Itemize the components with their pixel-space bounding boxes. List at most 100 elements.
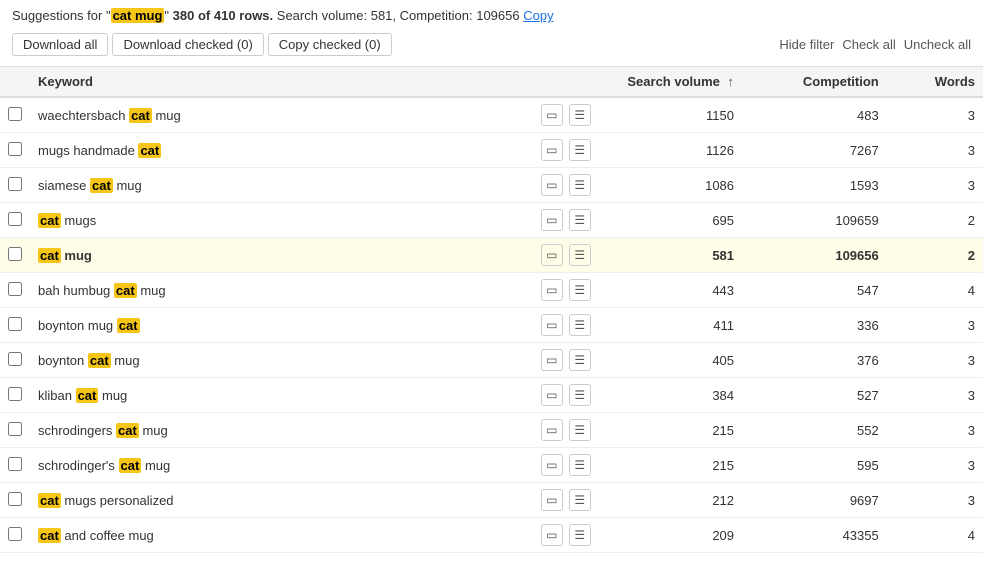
row-checkbox[interactable] xyxy=(8,457,22,471)
row-check-cell xyxy=(0,203,30,238)
copy-keyword-button[interactable]: ▭ xyxy=(541,104,563,126)
keyword-highlight: cat xyxy=(129,108,152,123)
row-check-cell xyxy=(0,308,30,343)
competition-cell: 7267 xyxy=(742,133,887,168)
row-checkbox[interactable] xyxy=(8,142,22,156)
row-checkbox[interactable] xyxy=(8,352,22,366)
copy-keyword-button[interactable]: ▭ xyxy=(541,244,563,266)
table-row: bah humbug cat mug▭☰4435474 xyxy=(0,273,983,308)
keyword-cell: confused cat mugs▭☰ xyxy=(30,553,599,558)
keyword-highlight: cat xyxy=(38,493,61,508)
download-checked-button[interactable]: Download checked (0) xyxy=(112,33,263,56)
words-cell: 3 xyxy=(887,413,983,448)
details-button[interactable]: ☰ xyxy=(569,174,591,196)
title-prefix: Suggestions for xyxy=(12,8,106,23)
row-checkbox[interactable] xyxy=(8,177,22,191)
keyword-cell: cat mugs▭☰ xyxy=(30,203,599,238)
row-check-cell xyxy=(0,273,30,308)
keyword-cell: boynton mug cat ▭ ☰ xyxy=(30,308,599,343)
row-checkbox[interactable] xyxy=(8,492,22,506)
words-cell: 2 xyxy=(887,238,983,273)
details-button[interactable]: ☰ xyxy=(569,139,591,161)
copy-keyword-button[interactable]: ▭ xyxy=(541,384,563,406)
header-sv[interactable]: Search volume ↑ xyxy=(599,67,742,97)
row-checkbox[interactable] xyxy=(8,282,22,296)
details-button[interactable]: ☰ xyxy=(569,104,591,126)
toolbar: Download all Download checked (0) Copy c… xyxy=(12,29,971,62)
copy-keyword-button[interactable]: ▭ xyxy=(541,314,563,336)
copy-keyword-button[interactable]: ▭ xyxy=(541,419,563,441)
words-cell: 3 xyxy=(887,308,983,343)
details-button[interactable]: ☰ xyxy=(569,349,591,371)
copy-keyword-button[interactable]: ▭ xyxy=(541,174,563,196)
details-button[interactable]: ☰ xyxy=(569,209,591,231)
copy-keyword-button[interactable]: ▭ xyxy=(541,524,563,546)
copy-keyword-button[interactable]: ▭ xyxy=(541,489,563,511)
row-checkbox[interactable] xyxy=(8,317,22,331)
row-checkbox[interactable] xyxy=(8,387,22,401)
row-checkbox[interactable] xyxy=(8,212,22,226)
copy-keyword-button[interactable]: ▭ xyxy=(541,209,563,231)
keyword-text: cat and coffee mug xyxy=(38,528,535,543)
words-cell: 3 xyxy=(887,378,983,413)
hide-filter-button[interactable]: Hide filter xyxy=(779,37,834,52)
table-row: boynton cat mug▭☰4053763 xyxy=(0,343,983,378)
details-button[interactable]: ☰ xyxy=(569,314,591,336)
table-row: cat mug▭☰5811096562 xyxy=(0,238,983,273)
keyword-text: siamese cat mug xyxy=(38,178,535,193)
header-keyword: Keyword xyxy=(30,67,599,97)
search-volume-cell: 215 xyxy=(599,448,742,483)
details-button[interactable]: ☰ xyxy=(569,279,591,301)
table-body: waechtersbach cat mug▭☰11504833mugs hand… xyxy=(0,97,983,557)
copy-link[interactable]: Copy xyxy=(523,8,553,23)
copy-keyword-button[interactable]: ▭ xyxy=(541,279,563,301)
search-volume-cell: 209 xyxy=(599,518,742,553)
keyword-highlight: cat xyxy=(117,318,140,333)
uncheck-all-button[interactable]: Uncheck all xyxy=(904,37,971,52)
words-cell: 3 xyxy=(887,168,983,203)
copy-keyword-button[interactable]: ▭ xyxy=(541,349,563,371)
keyword-highlight: cat xyxy=(38,248,61,263)
row-check-cell xyxy=(0,448,30,483)
copy-keyword-button[interactable]: ▭ xyxy=(541,454,563,476)
keyword-cell: waechtersbach cat mug ▭ ☰ xyxy=(30,97,599,133)
table-row: kliban cat mug▭☰3845273 xyxy=(0,378,983,413)
keyword-text: mugs handmade cat xyxy=(38,143,535,158)
details-button[interactable]: ☰ xyxy=(569,384,591,406)
details-button[interactable]: ☰ xyxy=(569,489,591,511)
check-all-button[interactable]: Check all xyxy=(842,37,895,52)
toolbar-right: Hide filter Check all Uncheck all xyxy=(779,37,971,52)
download-all-button[interactable]: Download all xyxy=(12,33,108,56)
stats-label: Search volume: 581, Competition: 109656 xyxy=(277,8,520,23)
details-button[interactable]: ☰ xyxy=(569,244,591,266)
table-container: Keyword Search volume ↑ Competition Word… xyxy=(0,67,983,557)
keyword-highlight: cat xyxy=(114,283,137,298)
competition-cell: 109656 xyxy=(742,238,887,273)
copy-keyword-button[interactable]: ▭ xyxy=(541,139,563,161)
keyword-highlight: cat xyxy=(90,178,113,193)
keyword-text: boynton mug cat xyxy=(38,318,535,333)
details-button[interactable]: ☰ xyxy=(569,454,591,476)
row-check-cell xyxy=(0,343,30,378)
keyword-highlight: cat xyxy=(119,458,142,473)
competition-cell: 595 xyxy=(742,448,887,483)
table-row: mugs handmade cat▭☰112672673 xyxy=(0,133,983,168)
details-button[interactable]: ☰ xyxy=(569,524,591,546)
search-volume-cell: 215 xyxy=(599,413,742,448)
row-checkbox[interactable] xyxy=(8,422,22,436)
keyword-text: bah humbug cat mug xyxy=(38,283,535,298)
row-checkbox[interactable] xyxy=(8,527,22,541)
row-checkbox[interactable] xyxy=(8,247,22,261)
search-volume-cell: 212 xyxy=(599,483,742,518)
search-term-close: " xyxy=(164,8,169,23)
details-button[interactable]: ☰ xyxy=(569,419,591,441)
keyword-text: waechtersbach cat mug xyxy=(38,108,535,123)
keyword-text: schrodinger's cat mug xyxy=(38,458,535,473)
copy-checked-button[interactable]: Copy checked (0) xyxy=(268,33,392,56)
keyword-highlight: cat xyxy=(38,528,61,543)
row-checkbox[interactable] xyxy=(8,107,22,121)
row-check-cell xyxy=(0,413,30,448)
keyword-cell: schrodingers cat mug▭☰ xyxy=(30,413,599,448)
search-term: cat mug xyxy=(111,8,165,23)
search-volume-cell: 384 xyxy=(599,378,742,413)
